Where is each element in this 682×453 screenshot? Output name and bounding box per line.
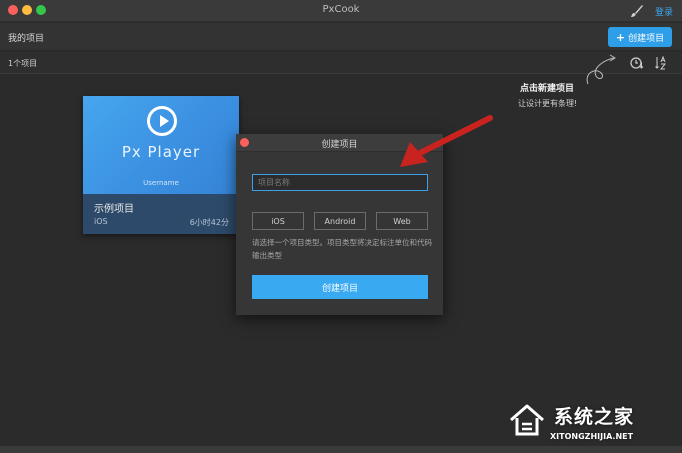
type-web-button[interactable]: Web [376,212,428,230]
projects-header: 我的项目 + 创建项目 [0,23,682,51]
title-bar: PxCook 登录 [0,0,682,22]
project-name: 示例项目 [94,204,134,215]
create-project-label: 创建项目 [628,33,665,44]
watermark-logo-icon [510,404,544,436]
app-title: PxCook [322,4,360,15]
type-ios-button[interactable]: iOS [252,212,304,230]
clock-sort-icon[interactable] [630,56,644,70]
create-project-button[interactable]: + 创建项目 [608,27,672,47]
thumbnail-username: Username [143,179,179,187]
project-count: 1个项目 [8,59,38,68]
hint-arrow-icon [586,54,616,85]
submit-create-button[interactable]: 创建项目 [252,275,428,299]
bottom-bar [0,446,682,453]
plus-icon: + [615,30,626,44]
project-thumbnail: Px Player Username [83,96,239,194]
type-android-button[interactable]: Android [314,212,366,230]
watermark-name: 系统之家 [554,406,635,428]
type-description: 请选择一个项目类型。项目类型将决定标注单位和代码输出类型 [252,238,432,260]
play-icon [147,106,177,136]
project-updated-time: 6小时42分 [189,218,229,227]
hint-title: 点击新建项目 [520,84,575,94]
hint-subtitle: 让设计更有条理! [518,99,578,108]
thumbnail-title: Px Player [121,143,201,161]
watermark-url: XITONGZHIJIA.NET [550,432,634,441]
login-link[interactable]: 登录 [655,5,673,18]
annotation-arrow-icon [400,115,493,167]
brush-icon[interactable] [630,4,644,18]
az-sort-icon[interactable] [655,56,669,70]
project-platform: iOS [94,217,108,226]
project-card[interactable]: Px Player Username 示例项目 iOS 6小时42分 [83,96,239,234]
page-title: 我的项目 [8,34,45,44]
